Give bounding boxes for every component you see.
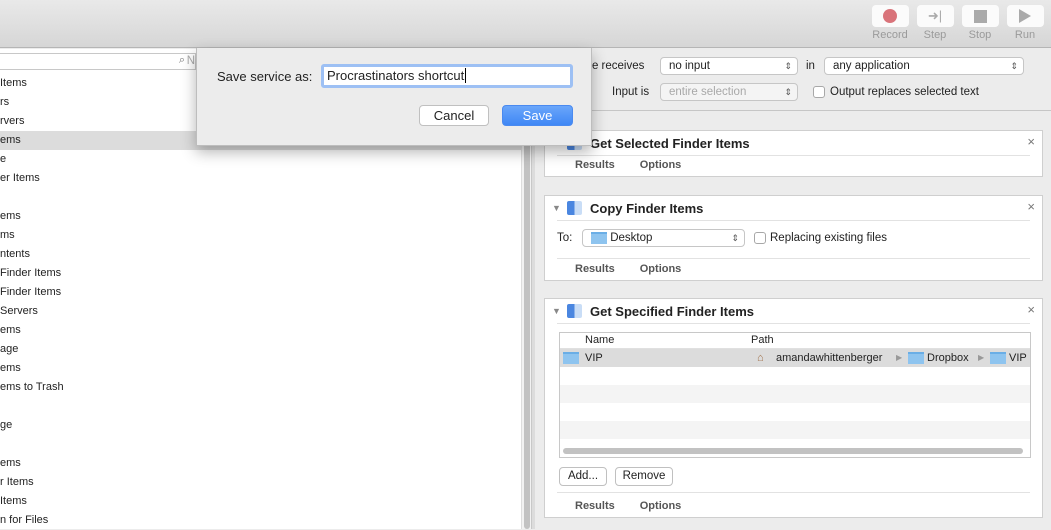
step-button[interactable]: ➜| Step — [916, 5, 954, 41]
folder-icon — [563, 352, 579, 364]
library-item[interactable] — [0, 188, 521, 207]
close-icon[interactable]: × — [1027, 302, 1035, 317]
library-item[interactable]: ems to Trash — [0, 378, 521, 397]
output-replaces-checkbox[interactable] — [813, 86, 825, 98]
stop-label: Stop — [968, 29, 992, 41]
receives-popup[interactable]: no input ⇕ — [660, 57, 798, 75]
library-item[interactable]: Items — [0, 492, 521, 511]
destination-value: Desktop — [610, 232, 653, 244]
chevron-updown-icon: ⇕ — [784, 61, 792, 71]
close-icon[interactable]: × — [1027, 134, 1035, 149]
run-label: Run — [1014, 29, 1036, 41]
library-item[interactable]: Finder Items — [0, 264, 521, 283]
library-item[interactable]: ge — [0, 416, 521, 435]
horizontal-scrollbar[interactable] — [563, 448, 1023, 454]
save-service-dialog: Save service as: Procrastinators shortcu… — [196, 48, 592, 146]
options-tab[interactable]: Options — [640, 263, 682, 275]
table-row[interactable]: VIP ⌂ amandawhittenberger ▶ Dropbox ▶ VI… — [560, 349, 1030, 367]
library-item[interactable] — [0, 397, 521, 416]
name-column-header[interactable]: Name — [585, 334, 614, 346]
library-item[interactable] — [0, 435, 521, 454]
chevron-updown-icon: ⇕ — [784, 87, 792, 97]
remove-button[interactable]: Remove — [615, 467, 673, 486]
service-name-value: Procrastinators shortcut — [327, 68, 465, 83]
results-tab[interactable]: Results — [575, 263, 615, 275]
library-item[interactable]: r Items — [0, 473, 521, 492]
to-label: To: — [557, 232, 573, 244]
stop-icon — [973, 9, 987, 23]
folder-icon — [990, 352, 1006, 364]
library-item[interactable]: Servers — [0, 302, 521, 321]
input-is-popup[interactable]: entire selection ⇕ — [660, 83, 798, 101]
dropbox-folder-icon — [908, 352, 924, 364]
output-replaces-label: Output replaces selected text — [830, 86, 979, 98]
chevron-updown-icon: ⇕ — [731, 233, 739, 243]
home-icon: ⌂ — [757, 352, 764, 364]
application-value: any application — [833, 60, 910, 72]
path-segment: Dropbox — [927, 352, 969, 364]
action-title: Get Selected Finder Items — [590, 136, 750, 151]
toolbar: Record ➜| Step Stop Run — [0, 0, 1051, 48]
destination-popup[interactable]: Desktop ⇕ — [582, 229, 745, 247]
stop-button[interactable]: Stop — [961, 5, 999, 41]
run-button[interactable]: Run — [1006, 5, 1044, 41]
divider — [535, 110, 1051, 111]
step-icon: ➜| — [927, 8, 943, 23]
add-button[interactable]: Add... — [559, 467, 607, 486]
library-item[interactable]: ms — [0, 226, 521, 245]
application-popup[interactable]: any application ⇕ — [824, 57, 1024, 75]
record-label: Record — [872, 29, 908, 41]
record-icon — [883, 9, 897, 23]
record-button[interactable]: Record — [871, 5, 909, 41]
library-item[interactable]: age — [0, 340, 521, 359]
results-tab[interactable]: Results — [575, 159, 615, 171]
step-label: Step — [923, 29, 947, 41]
replacing-label: Replacing existing files — [770, 232, 887, 244]
action-get-selected-finder-items[interactable]: ▼ Get Selected Finder Items × ResultsOpt… — [544, 130, 1043, 177]
results-tab[interactable]: Results — [575, 500, 615, 512]
cancel-button[interactable]: Cancel — [419, 105, 489, 126]
action-title: Get Specified Finder Items — [590, 304, 754, 319]
finder-icon — [567, 201, 582, 215]
in-label: in — [806, 60, 815, 72]
library-item[interactable]: ems — [0, 359, 521, 378]
save-as-label: Save service as: — [217, 69, 313, 84]
library-search-input[interactable]: ⌕ N — [0, 53, 196, 70]
path-arrow-icon: ▶ — [978, 353, 985, 362]
input-is-label: Input is — [612, 86, 650, 98]
options-tab[interactable]: Options — [640, 500, 682, 512]
run-icon — [1019, 9, 1031, 23]
replacing-checkbox[interactable] — [754, 232, 766, 244]
chevron-updown-icon: ⇕ — [1010, 61, 1018, 71]
path-segment: amandawhittenberger — [776, 352, 883, 364]
action-get-specified-finder-items[interactable]: ▼ Get Specified Finder Items × Name Path… — [544, 298, 1043, 518]
library-item[interactable]: er Items — [0, 169, 521, 188]
close-icon[interactable]: × — [1027, 199, 1035, 214]
options-tab[interactable]: Options — [640, 159, 682, 171]
item-name: VIP — [585, 352, 603, 364]
finder-icon — [567, 304, 582, 318]
disclosure-triangle-icon[interactable]: ▼ — [552, 203, 561, 213]
library-item[interactable]: ems — [0, 454, 521, 473]
library-item[interactable]: e — [0, 150, 521, 169]
service-name-input[interactable]: Procrastinators shortcut — [321, 64, 573, 88]
library-item[interactable]: n for Files — [0, 511, 521, 530]
library-item[interactable]: ems — [0, 321, 521, 340]
folder-icon — [591, 231, 607, 244]
library-item[interactable]: Finder Items — [0, 283, 521, 302]
receives-value: no input — [669, 60, 710, 72]
action-title: Copy Finder Items — [590, 201, 704, 216]
disclosure-triangle-icon[interactable]: ▼ — [552, 306, 561, 316]
input-is-value: entire selection — [669, 86, 747, 98]
action-copy-finder-items[interactable]: ▼ Copy Finder Items × To: Desktop ⇕ Repla… — [544, 195, 1043, 281]
library-item[interactable]: ntents — [0, 245, 521, 264]
path-column-header[interactable]: Path — [751, 334, 774, 346]
path-arrow-icon: ▶ — [896, 353, 903, 362]
items-table: Name Path VIP ⌂ amandawhittenberger ▶ Dr… — [559, 332, 1031, 458]
search-icon: ⌕ — [178, 54, 185, 66]
save-button[interactable]: Save — [502, 105, 573, 126]
library-item[interactable]: ems — [0, 207, 521, 226]
search-placeholder: N — [186, 55, 195, 67]
path-segment: VIP — [1009, 352, 1027, 364]
